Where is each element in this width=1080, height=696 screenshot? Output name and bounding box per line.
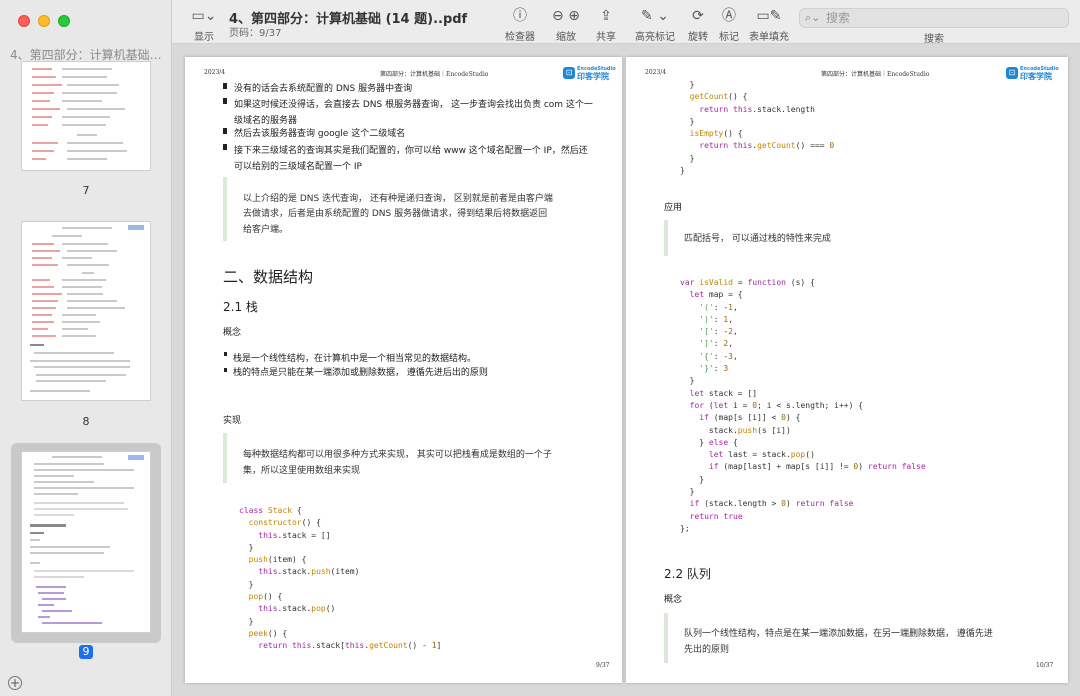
- page-thumbnail-7[interactable]: [22, 62, 150, 170]
- text-line: 没有的话会去系统配置的 DNS 服务器中查询: [234, 84, 413, 94]
- sidebar-document-title: 4、第四部分：计算机基础 ...: [10, 48, 162, 62]
- logo-icon: ⊡: [1006, 67, 1018, 79]
- search-icon: ⌕⌄: [805, 11, 821, 24]
- markup-button[interactable]: Ⓐ 标记: [716, 6, 742, 43]
- text-line: 栈是一个线性结构，在计算机中是一个相当常见的数据结构。: [233, 354, 477, 364]
- share-button[interactable]: ⇪ 共享: [593, 6, 619, 43]
- code-block-stack-tail: } getCount() { return this.stack.length …: [680, 80, 835, 176]
- display-button[interactable]: ▭⌄ 显示: [186, 6, 222, 43]
- toolbar: ▭⌄ 显示 4、第四部分：计算机基础 (14 题)..pdf 页码：9/37 ⓘ…: [172, 0, 1080, 45]
- section-heading: 二、数据结构: [223, 268, 314, 286]
- code-block-isvalid: var isValid = function (s) { let map = {…: [680, 278, 926, 533]
- blockquote-line: 每种数据结构都可以用很多种方式来实现， 其实可以把栈看成是数组的一个子: [243, 450, 552, 460]
- application-label: 应用: [664, 203, 683, 213]
- pdf-page-10: 2023/4 第四部分：计算机基础｜EncodeStudio ⊡ EncodeS…: [626, 57, 1068, 683]
- pen-icon: ✎ ⌄: [641, 8, 669, 24]
- concept-label: 概念: [664, 595, 683, 605]
- bullet: [223, 83, 227, 89]
- inspector-button[interactable]: ⓘ 检查器: [503, 6, 537, 43]
- search-input[interactable]: ⌕⌄ 搜索: [799, 8, 1069, 28]
- bullet: [223, 128, 227, 134]
- blockquote-line: 队列一个线性结构，特点是在某一端添加数据，在另一端删除数据， 遵循先进: [684, 629, 993, 639]
- blockquote-line: 以上介绍的是 DNS 迭代查询， 还有种是递归查询， 区别就是前者是由客户端: [243, 194, 553, 204]
- form-icon: ▭✎: [756, 8, 782, 24]
- window-close-button[interactable]: [18, 15, 30, 27]
- page-thumbnail-9[interactable]: [22, 452, 150, 632]
- text-line: 级域名的服务器: [234, 116, 298, 126]
- bullet: [224, 368, 227, 372]
- zoom-icons: ⊖ ⊕: [552, 8, 580, 24]
- info-icon: ⓘ: [513, 8, 527, 24]
- text-line: 然后去该服务器查询 google 这个二级域名: [234, 129, 406, 139]
- implementation-label: 实现: [223, 416, 242, 426]
- page-header-date: 2023/4: [204, 69, 226, 76]
- window-zoom-button[interactable]: [58, 15, 70, 27]
- text-line: 栈的特点是只能在某一端添加或删除数据， 遵循先进后出的原则: [233, 368, 488, 378]
- pdf-page-9: 2023/4 第四部分：计算机基础｜EncodeStudio ⊡ EncodeS…: [185, 57, 622, 683]
- page-indicator: 页码：9/37: [229, 28, 282, 39]
- thumbnail-page-number: 7: [82, 184, 90, 197]
- bullet: [223, 98, 227, 104]
- markup-icon: Ⓐ: [722, 8, 736, 24]
- concept-label: 概念: [223, 328, 242, 338]
- page-header-title: 第四部分：计算机基础｜EncodeStudio: [821, 71, 930, 78]
- text-line: 可以给别的三级域名配置一个 IP: [234, 162, 362, 172]
- blockquote-bar: [223, 433, 227, 483]
- subsection-heading: 2.2 队列: [664, 567, 711, 581]
- share-icon: ⇪: [600, 8, 612, 24]
- blockquote-line: 集，所以这里使用数组来实现: [243, 466, 361, 476]
- sidebar-toggle-icon: ▭⌄: [191, 8, 217, 24]
- page-thumbnail-8[interactable]: [22, 222, 150, 400]
- thumbnail-page-number: 8: [82, 415, 90, 428]
- text-line: 接下来三级域名的查询其实是我们配置的，你可以给 www 这个域名配置一个 IP，…: [234, 146, 588, 156]
- bullet: [223, 144, 227, 150]
- brand-logo: ⊡ EncodeStudio 印客学院: [563, 66, 616, 81]
- subsection-heading: 2.1 栈: [223, 300, 258, 314]
- rotate-icon: ⟳: [692, 8, 704, 24]
- thumbnail-page-number-selected: 9: [79, 645, 93, 659]
- thumbnail-sidebar: 4、第四部分：计算机基础 ... 7 8 9 +: [0, 0, 172, 696]
- highlight-button[interactable]: ✎ ⌄ 高亮标记: [632, 6, 678, 43]
- blockquote-line: 先出的原则: [684, 645, 730, 655]
- bullet: [224, 352, 227, 356]
- blockquote-line: 给客户端。: [243, 225, 289, 235]
- window-minimize-button[interactable]: [38, 15, 50, 27]
- page-footer-number: 10/37: [1036, 662, 1054, 669]
- page-footer-number: 9/37: [596, 662, 610, 669]
- logo-icon: ⊡: [563, 67, 575, 79]
- search-label: 搜索: [924, 34, 944, 45]
- form-fill-button[interactable]: ▭✎ 表单填充: [749, 6, 789, 43]
- code-block-stack-class: class Stack { constructor() { this.stack…: [239, 506, 442, 651]
- blockquote-bar: [664, 613, 668, 663]
- page-header-title: 第四部分：计算机基础｜EncodeStudio: [380, 71, 489, 78]
- page-header-date: 2023/4: [645, 69, 667, 76]
- blockquote-line: 匹配括号， 可以通过栈的特性来完成: [684, 234, 831, 244]
- rotate-button[interactable]: ⟳ 旋转: [685, 6, 711, 43]
- blockquote-line: 去做请求，后者是由系统配置的 DNS 服务器做请求，得到结果后将数据返回: [243, 209, 548, 219]
- brand-logo: ⊡ EncodeStudio 印客学院: [1006, 66, 1059, 81]
- zoom-button[interactable]: ⊖ ⊕ 缩放: [546, 6, 586, 43]
- text-line: 如果这时候还没得话，会直接去 DNS 根服务器查询， 这一步查询会找出负责 co…: [234, 100, 593, 110]
- blockquote-bar: [223, 177, 227, 241]
- blockquote-bar: [664, 220, 668, 256]
- add-page-icon[interactable]: +: [8, 676, 22, 690]
